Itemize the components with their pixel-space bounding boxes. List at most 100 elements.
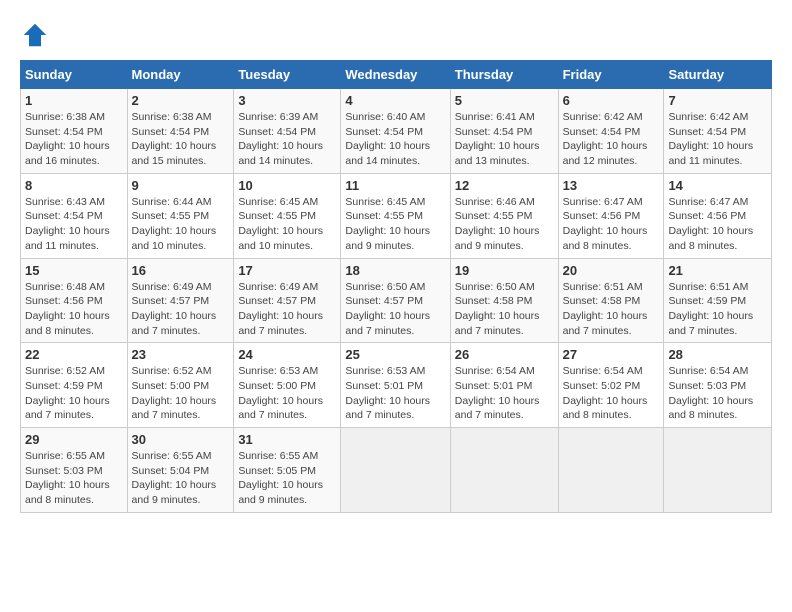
day-number: 18 xyxy=(345,263,445,278)
calendar-cell xyxy=(450,428,558,513)
day-detail: Sunrise: 6:54 AM Sunset: 5:03 PM Dayligh… xyxy=(668,364,767,423)
day-number: 8 xyxy=(25,178,123,193)
calendar-cell: 24 Sunrise: 6:53 AM Sunset: 5:00 PM Dayli… xyxy=(234,343,341,428)
week-row-1: 1 Sunrise: 6:38 AM Sunset: 4:54 PM Daylig… xyxy=(21,89,772,174)
week-row-2: 8 Sunrise: 6:43 AM Sunset: 4:54 PM Daylig… xyxy=(21,173,772,258)
calendar-cell: 8 Sunrise: 6:43 AM Sunset: 4:54 PM Daylig… xyxy=(21,173,128,258)
day-header-monday: Monday xyxy=(127,61,234,89)
day-number: 22 xyxy=(25,347,123,362)
day-detail: Sunrise: 6:53 AM Sunset: 5:00 PM Dayligh… xyxy=(238,364,336,423)
calendar-cell: 16Sunrise: 6:49 AM Sunset: 4:57 PM Dayli… xyxy=(127,258,234,343)
day-detail: Sunrise: 6:54 AM Sunset: 5:01 PM Dayligh… xyxy=(455,364,554,423)
day-detail: Sunrise: 6:40 AM Sunset: 4:54 PM Dayligh… xyxy=(345,110,445,169)
day-detail: Sunrise: 6:55 AM Sunset: 5:03 PM Dayligh… xyxy=(25,449,123,508)
day-detail: Sunrise: 6:52 AM Sunset: 4:59 PM Dayligh… xyxy=(25,364,123,423)
calendar-cell: 5Sunrise: 6:41 AM Sunset: 4:54 PM Daylig… xyxy=(450,89,558,174)
day-detail: Sunrise: 6:38 AM Sunset: 4:54 PM Dayligh… xyxy=(25,110,123,169)
week-row-3: 15 Sunrise: 6:48 AM Sunset: 4:56 PM Dayli… xyxy=(21,258,772,343)
day-number: 10 xyxy=(238,178,336,193)
day-detail: Sunrise: 6:38 AM Sunset: 4:54 PM Dayligh… xyxy=(132,110,230,169)
day-detail: Sunrise: 6:48 AM Sunset: 4:56 PM Dayligh… xyxy=(25,280,123,339)
calendar-cell: 20 Sunrise: 6:51 AM Sunset: 4:58 PM Dayli… xyxy=(558,258,664,343)
day-number: 30 xyxy=(132,432,230,447)
calendar-table: SundayMondayTuesdayWednesdayThursdayFrid… xyxy=(20,60,772,513)
calendar-cell xyxy=(341,428,450,513)
day-detail: Sunrise: 6:42 AM Sunset: 4:54 PM Dayligh… xyxy=(668,110,767,169)
calendar-cell: 22 Sunrise: 6:52 AM Sunset: 4:59 PM Dayli… xyxy=(21,343,128,428)
calendar-cell: 10 Sunrise: 6:45 AM Sunset: 4:55 PM Dayli… xyxy=(234,173,341,258)
day-number: 6 xyxy=(563,93,660,108)
page-header xyxy=(20,20,772,50)
calendar-cell: 11 Sunrise: 6:45 AM Sunset: 4:55 PM Dayli… xyxy=(341,173,450,258)
day-detail: Sunrise: 6:45 AM Sunset: 4:55 PM Dayligh… xyxy=(238,195,336,254)
day-detail: Sunrise: 6:49 AM Sunset: 4:57 PM Dayligh… xyxy=(238,280,336,339)
day-number: 13 xyxy=(563,178,660,193)
logo-icon xyxy=(20,20,50,50)
day-detail: Sunrise: 6:55 AM Sunset: 5:04 PM Dayligh… xyxy=(132,449,230,508)
calendar-cell: 15 Sunrise: 6:48 AM Sunset: 4:56 PM Dayli… xyxy=(21,258,128,343)
day-header-friday: Friday xyxy=(558,61,664,89)
day-number: 20 xyxy=(563,263,660,278)
calendar-cell: 19 Sunrise: 6:50 AM Sunset: 4:58 PM Dayli… xyxy=(450,258,558,343)
day-detail: Sunrise: 6:44 AM Sunset: 4:55 PM Dayligh… xyxy=(132,195,230,254)
calendar-cell: 14 Sunrise: 6:47 AM Sunset: 4:56 PM Dayli… xyxy=(664,173,772,258)
header-row: SundayMondayTuesdayWednesdayThursdayFrid… xyxy=(21,61,772,89)
day-number: 15 xyxy=(25,263,123,278)
day-detail: Sunrise: 6:53 AM Sunset: 5:01 PM Dayligh… xyxy=(345,364,445,423)
day-number: 12 xyxy=(455,178,554,193)
day-number: 31 xyxy=(238,432,336,447)
day-number: 1 xyxy=(25,93,123,108)
day-number: 28 xyxy=(668,347,767,362)
day-detail: Sunrise: 6:41 AM Sunset: 4:54 PM Dayligh… xyxy=(455,110,554,169)
calendar-cell: 7 Sunrise: 6:42 AM Sunset: 4:54 PM Daylig… xyxy=(664,89,772,174)
day-header-sunday: Sunday xyxy=(21,61,128,89)
day-detail: Sunrise: 6:51 AM Sunset: 4:59 PM Dayligh… xyxy=(668,280,767,339)
calendar-cell: 29 Sunrise: 6:55 AM Sunset: 5:03 PM Dayli… xyxy=(21,428,128,513)
day-header-tuesday: Tuesday xyxy=(234,61,341,89)
calendar-cell xyxy=(664,428,772,513)
day-detail: Sunrise: 6:50 AM Sunset: 4:58 PM Dayligh… xyxy=(455,280,554,339)
calendar-cell: 1 Sunrise: 6:38 AM Sunset: 4:54 PM Daylig… xyxy=(21,89,128,174)
day-number: 11 xyxy=(345,178,445,193)
day-number: 7 xyxy=(668,93,767,108)
logo xyxy=(20,20,52,50)
calendar-cell: 13 Sunrise: 6:47 AM Sunset: 4:56 PM Dayli… xyxy=(558,173,664,258)
calendar-cell: 4Sunrise: 6:40 AM Sunset: 4:54 PM Daylig… xyxy=(341,89,450,174)
week-row-5: 29 Sunrise: 6:55 AM Sunset: 5:03 PM Dayli… xyxy=(21,428,772,513)
day-header-wednesday: Wednesday xyxy=(341,61,450,89)
calendar-cell: 25Sunrise: 6:53 AM Sunset: 5:01 PM Dayli… xyxy=(341,343,450,428)
day-detail: Sunrise: 6:45 AM Sunset: 4:55 PM Dayligh… xyxy=(345,195,445,254)
calendar-cell: 21Sunrise: 6:51 AM Sunset: 4:59 PM Dayli… xyxy=(664,258,772,343)
day-detail: Sunrise: 6:39 AM Sunset: 4:54 PM Dayligh… xyxy=(238,110,336,169)
calendar-cell: 17 Sunrise: 6:49 AM Sunset: 4:57 PM Dayli… xyxy=(234,258,341,343)
day-number: 9 xyxy=(132,178,230,193)
calendar-cell: 2 Sunrise: 6:38 AM Sunset: 4:54 PM Daylig… xyxy=(127,89,234,174)
day-detail: Sunrise: 6:51 AM Sunset: 4:58 PM Dayligh… xyxy=(563,280,660,339)
day-header-thursday: Thursday xyxy=(450,61,558,89)
day-number: 29 xyxy=(25,432,123,447)
day-number: 24 xyxy=(238,347,336,362)
day-number: 14 xyxy=(668,178,767,193)
day-header-saturday: Saturday xyxy=(664,61,772,89)
calendar-cell: 9 Sunrise: 6:44 AM Sunset: 4:55 PM Daylig… xyxy=(127,173,234,258)
day-detail: Sunrise: 6:50 AM Sunset: 4:57 PM Dayligh… xyxy=(345,280,445,339)
day-detail: Sunrise: 6:43 AM Sunset: 4:54 PM Dayligh… xyxy=(25,195,123,254)
day-detail: Sunrise: 6:54 AM Sunset: 5:02 PM Dayligh… xyxy=(563,364,660,423)
day-detail: Sunrise: 6:49 AM Sunset: 4:57 PM Dayligh… xyxy=(132,280,230,339)
calendar-cell: 3 Sunrise: 6:39 AM Sunset: 4:54 PM Daylig… xyxy=(234,89,341,174)
calendar-cell: 28 Sunrise: 6:54 AM Sunset: 5:03 PM Dayli… xyxy=(664,343,772,428)
day-number: 23 xyxy=(132,347,230,362)
day-detail: Sunrise: 6:47 AM Sunset: 4:56 PM Dayligh… xyxy=(668,195,767,254)
day-detail: Sunrise: 6:46 AM Sunset: 4:55 PM Dayligh… xyxy=(455,195,554,254)
day-number: 3 xyxy=(238,93,336,108)
day-detail: Sunrise: 6:47 AM Sunset: 4:56 PM Dayligh… xyxy=(563,195,660,254)
calendar-cell xyxy=(558,428,664,513)
day-number: 26 xyxy=(455,347,554,362)
day-number: 17 xyxy=(238,263,336,278)
day-number: 19 xyxy=(455,263,554,278)
calendar-cell: 18 Sunrise: 6:50 AM Sunset: 4:57 PM Dayli… xyxy=(341,258,450,343)
day-detail: Sunrise: 6:52 AM Sunset: 5:00 PM Dayligh… xyxy=(132,364,230,423)
day-number: 2 xyxy=(132,93,230,108)
day-detail: Sunrise: 6:55 AM Sunset: 5:05 PM Dayligh… xyxy=(238,449,336,508)
calendar-cell: 30 Sunrise: 6:55 AM Sunset: 5:04 PM Dayli… xyxy=(127,428,234,513)
